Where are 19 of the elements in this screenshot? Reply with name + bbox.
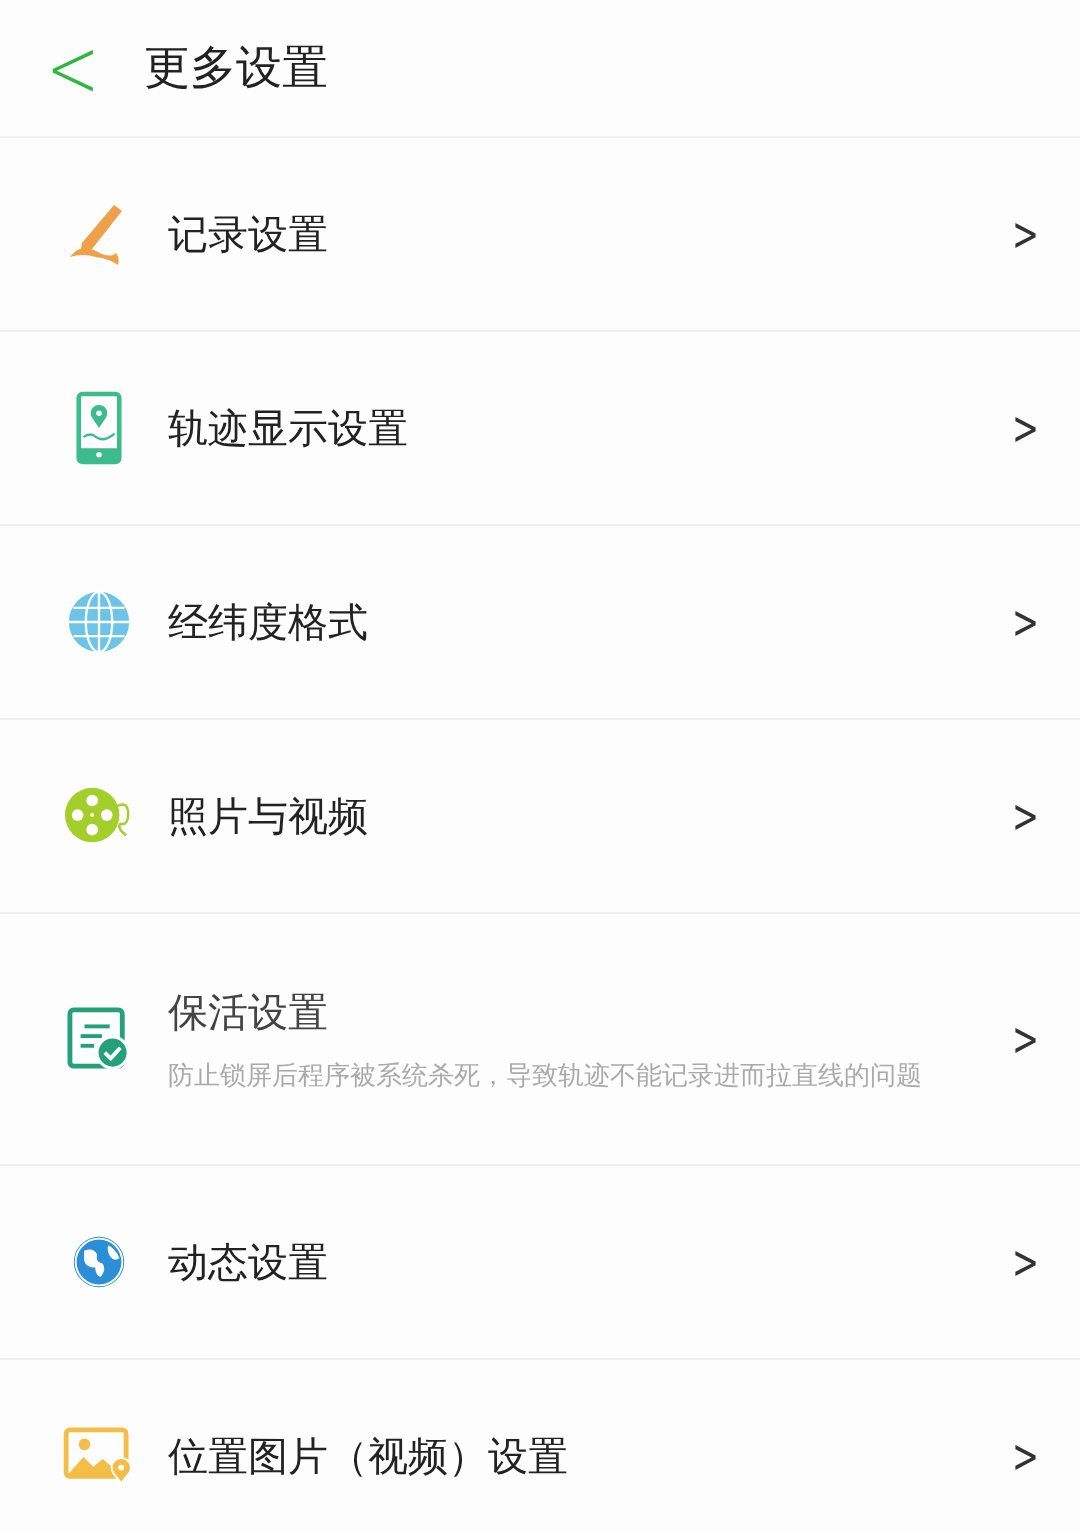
row-label: 动态设置 — [168, 1237, 329, 1287]
chevron-icon: > — [1003, 1012, 1067, 1066]
row-label: 经纬度格式 — [168, 597, 369, 647]
chevron-icon: > — [1003, 789, 1067, 843]
globe-icon — [66, 589, 132, 655]
row-label: 记录设置 — [168, 209, 329, 259]
chevron-icon: > — [1003, 401, 1067, 455]
row-label: 保活设置 — [168, 987, 329, 1037]
row-label: 位置图片（视频）设置 — [168, 1431, 569, 1481]
chevron-icon: > — [1003, 1429, 1067, 1483]
row-label: 轨迹显示设置 — [168, 403, 409, 453]
chevron-icon: > — [1003, 207, 1067, 261]
chevron-icon: > — [1003, 1235, 1067, 1289]
page-title: 更多设置 — [144, 39, 328, 96]
earth-icon — [71, 1234, 127, 1290]
row-label: 照片与视频 — [168, 791, 369, 841]
phone-map-icon — [76, 390, 122, 466]
row-description: 防止锁屏后程序被系统杀死，导致轨迹不能记录进而拉直线的问题 — [168, 1058, 923, 1092]
chevron-icon: > — [1003, 595, 1067, 649]
